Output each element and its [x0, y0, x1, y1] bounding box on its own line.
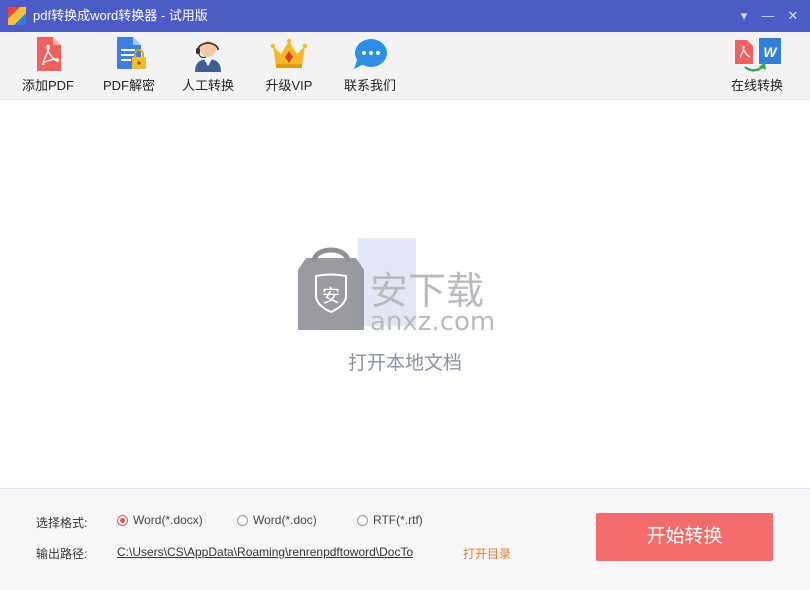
app-logo-icon: [8, 7, 26, 25]
open-directory-link[interactable]: 打开目录: [463, 545, 511, 562]
title-bar: pdf转换成word转换器 - 试用版 ▾ — ✕: [0, 0, 810, 32]
output-path-label: 输出路径:: [36, 547, 88, 561]
format-radio-rtf[interactable]: RTF(*.rtf): [357, 513, 423, 527]
watermark-char: 安: [322, 286, 340, 307]
chat-bubble-icon: [354, 39, 387, 69]
watermark-domain: anxz.com: [370, 307, 495, 337]
toolbar: 添加PDF PDF解密 人工转换 升级VIP 联系我们 W 在线转换: [0, 32, 810, 100]
format-radio-doc[interactable]: Word(*.doc): [237, 513, 317, 527]
window-title: pdf转换成word转换器 - 试用版: [33, 8, 208, 23]
document-lock-icon: [117, 37, 146, 69]
open-local-document-label[interactable]: 打开本地文档: [0, 348, 810, 375]
format-doc-label: Word(*.doc): [253, 513, 317, 527]
radio-unchecked-icon[interactable]: [357, 514, 368, 526]
radio-unchecked-icon[interactable]: [237, 514, 248, 526]
watermark-logo: 安 安下载 anxz.com: [298, 238, 495, 337]
contact-us-button[interactable]: 联系我们: [342, 36, 398, 96]
customer-service-icon: [195, 41, 221, 72]
online-convert-label: 在线转换: [730, 78, 783, 93]
format-docx-label: Word(*.docx): [133, 513, 203, 527]
options-panel: 选择格式: Word(*.docx) Word(*.doc) RTF(*.rtf…: [0, 488, 810, 590]
upgrade-vip-label: 升级VIP: [265, 78, 313, 93]
pdf-decrypt-label: PDF解密: [102, 78, 155, 93]
dropdown-icon[interactable]: ▾: [736, 8, 752, 24]
format-radio-docx[interactable]: Word(*.docx): [117, 513, 203, 527]
pdf-file-icon: [37, 37, 61, 71]
radio-checked-icon[interactable]: [117, 514, 128, 526]
format-rtf-label: RTF(*.rtf): [373, 513, 423, 527]
minimize-icon[interactable]: —: [760, 8, 776, 24]
manual-convert-label: 人工转换: [181, 78, 234, 93]
drop-zone[interactable]: 安 安下载 anxz.com 打开本地文档: [0, 100, 810, 488]
svg-text:W: W: [763, 44, 778, 60]
contact-us-label: 联系我们: [343, 78, 396, 93]
output-path-link[interactable]: C:\Users\CS\AppData\Roaming\renrenpdftow…: [117, 545, 457, 559]
add-pdf-label: 添加PDF: [21, 78, 74, 93]
close-icon[interactable]: ✕: [785, 8, 801, 24]
pdf-to-word-icon: W: [735, 38, 781, 72]
online-convert-button[interactable]: W 在线转换: [728, 36, 786, 96]
format-label: 选择格式:: [36, 516, 88, 530]
add-pdf-button[interactable]: 添加PDF: [20, 36, 76, 96]
upgrade-vip-button[interactable]: 升级VIP: [262, 36, 316, 96]
pdf-decrypt-button[interactable]: PDF解密: [100, 36, 158, 96]
manual-convert-button[interactable]: 人工转换: [180, 36, 236, 96]
start-convert-button[interactable]: 开始转换: [596, 513, 773, 561]
crown-icon: [270, 38, 308, 68]
